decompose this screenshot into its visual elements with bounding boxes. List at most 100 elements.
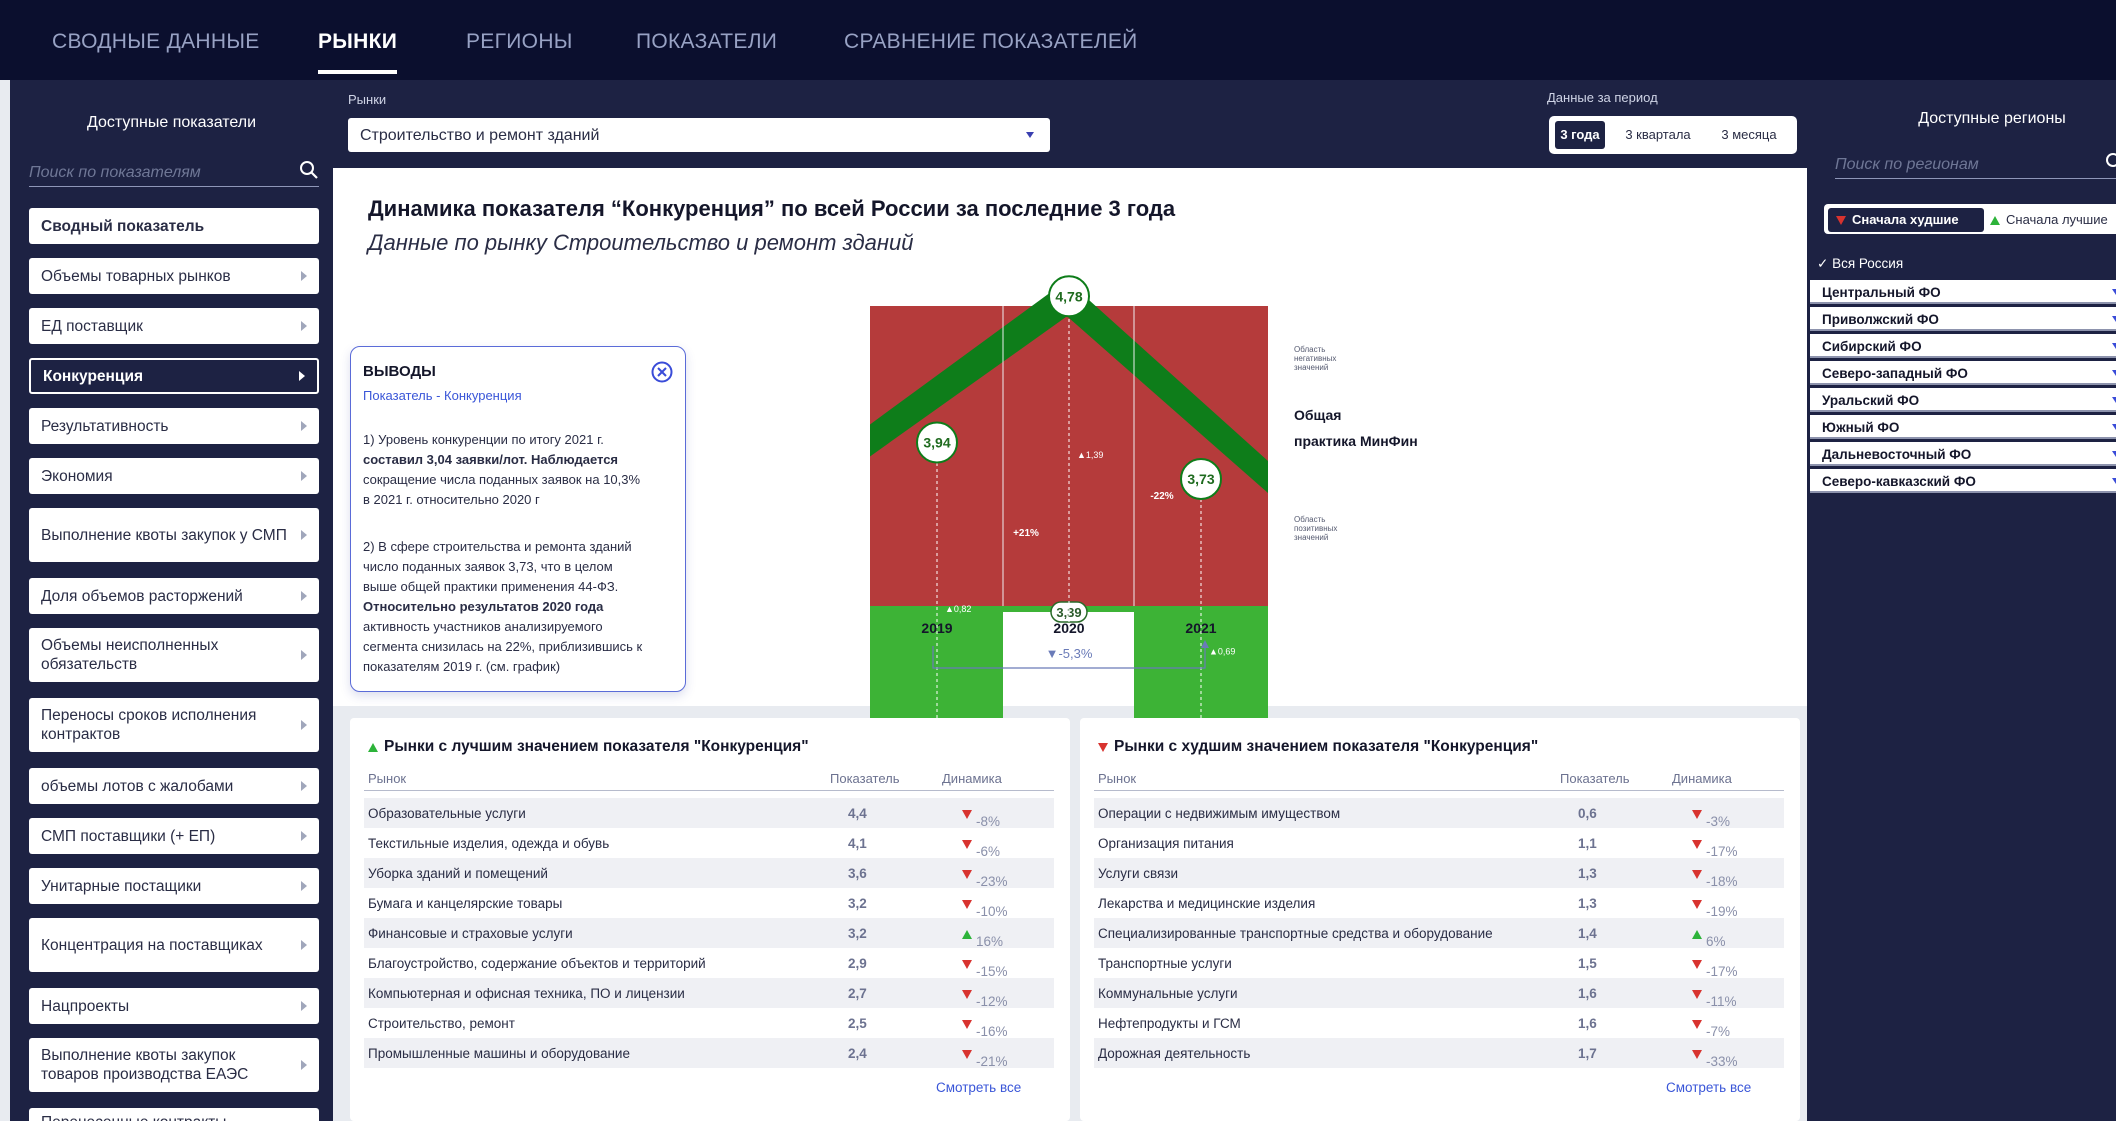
- indicator-item-label: Объемы неисполненных обязательств: [41, 637, 219, 673]
- indicator-item[interactable]: Объемы неисполненных обязательств: [29, 628, 319, 682]
- table-row[interactable]: Благоустройство, содержание объектов и т…: [364, 948, 1054, 979]
- period-3-months[interactable]: 3 месяца: [1709, 121, 1789, 149]
- table-row[interactable]: Строительство, ремонт 2,5 -16%: [364, 1008, 1054, 1039]
- region-label: Северо-западный ФО: [1822, 366, 1968, 381]
- table-row[interactable]: Нефтепродукты и ГСМ 1,6 -7%: [1094, 1008, 1784, 1039]
- row-dynamics: -15%: [962, 956, 1008, 979]
- table-row[interactable]: Коммунальные услуги 1,6 -11%: [1094, 978, 1784, 1009]
- indicator-item[interactable]: Выполнение квоты закупок у СМП: [29, 508, 319, 562]
- column-market: Рынок: [1098, 771, 1137, 786]
- indicator-item[interactable]: Перенесенные контракты: [29, 1108, 319, 1121]
- indicator-item[interactable]: Доля объемов расторжений: [29, 578, 319, 614]
- row-dynamics-value: -6%: [976, 844, 1001, 859]
- region-item[interactable]: Северо-кавказский ФО: [1810, 469, 2116, 493]
- region-item[interactable]: Северо-западный ФО: [1810, 361, 2116, 385]
- indicator-item[interactable]: Нацпроекты: [29, 988, 319, 1024]
- indicator-item-selected[interactable]: Конкуренция: [29, 358, 319, 394]
- indicator-item[interactable]: объемы лотов с жалобами: [29, 768, 319, 804]
- sort-worst-first-button[interactable]: Сначала худшие: [1828, 208, 1984, 232]
- row-value: 0,6: [1578, 806, 1597, 821]
- row-market: Благоустройство, содержание объектов и т…: [368, 956, 706, 971]
- region-item[interactable]: Уральский ФО: [1810, 388, 2116, 412]
- row-dynamics: -12%: [962, 986, 1008, 1009]
- indicator-item[interactable]: Объемы товарных рынков: [29, 258, 319, 294]
- caret-down-icon: [2112, 424, 2116, 430]
- close-icon[interactable]: [651, 361, 673, 383]
- region-search[interactable]: Поиск по регионам: [1835, 150, 2116, 179]
- indicator-item[interactable]: Унитарные постащики: [29, 868, 319, 904]
- table-row[interactable]: Бумага и канцелярские товары 3,2 -10%: [364, 888, 1054, 919]
- region-item[interactable]: Приволжский ФО: [1810, 307, 2116, 331]
- table-row[interactable]: Текстильные изделия, одежда и обувь 4,1 -6…: [364, 828, 1054, 859]
- worst-markets-title-text: Рынки с худшим значением показателя "Кон…: [1114, 738, 1539, 755]
- see-all-best-link[interactable]: Смотреть все: [936, 1080, 1021, 1095]
- table-row[interactable]: Организация питания 1,1 -17%: [1094, 828, 1784, 859]
- tab-summary[interactable]: СВОДНЫЕ ДАННЫЕ: [52, 30, 260, 54]
- indicator-item[interactable]: Сводный показатель: [29, 208, 319, 244]
- region-item[interactable]: Центральный ФО: [1810, 280, 2116, 304]
- region-item[interactable]: Сибирский ФО: [1810, 334, 2116, 358]
- table-row[interactable]: Операции с недвижимым имуществом 0,6 -3%: [1094, 798, 1784, 829]
- indicator-item[interactable]: Переносы сроков исполнения контрактов: [29, 698, 319, 752]
- region-label: Центральный ФО: [1822, 285, 1941, 300]
- region-item[interactable]: Дальневосточный ФО: [1810, 442, 2116, 466]
- indicator-item-label: СМП поставщики (+ ЕП): [41, 827, 216, 845]
- table-row[interactable]: Образовательные услуги 4,4 -8%: [364, 798, 1054, 829]
- indicator-item[interactable]: ЕД поставщик: [29, 308, 319, 344]
- row-dynamics-value: -18%: [1706, 874, 1738, 889]
- table-header: Рынок Показатель Динамика: [364, 766, 1054, 791]
- table-row[interactable]: Услуги связи 1,3 -18%: [1094, 858, 1784, 889]
- indicator-search[interactable]: Поиск по показателям: [29, 158, 319, 187]
- table-row[interactable]: Транспортные услуги 1,5 -17%: [1094, 948, 1784, 979]
- region-item[interactable]: Южный ФО: [1810, 415, 2116, 439]
- row-value: 1,6: [1578, 986, 1597, 1001]
- region-label: Уральский ФО: [1822, 393, 1920, 408]
- row-dynamics-value: -16%: [976, 1024, 1008, 1039]
- sort-toggle: Сначала худшие Сначала лучшие: [1824, 204, 2116, 234]
- chevron-right-icon: [299, 371, 305, 381]
- table-row[interactable]: Лекарства и медицинские изделия 1,3 -19%: [1094, 888, 1784, 919]
- indicator-item[interactable]: Концентрация на поставщиках: [29, 918, 319, 972]
- region-all-russia[interactable]: ✓ Вся Россия: [1817, 256, 1903, 272]
- conclusion-line: сокращение числа поданных заявок на 10,3…: [363, 472, 641, 487]
- conclusions-card: ВЫВОДЫ Показатель - Конкуренция 1) Урове…: [350, 346, 686, 692]
- table-row[interactable]: Компьютерная и офисная техника, ПО и лиц…: [364, 978, 1054, 1009]
- triangle-down-icon: [1836, 216, 1846, 225]
- tab-compare-indicators[interactable]: СРАВНЕНИЕ ПОКАЗАТЕЛЕЙ: [844, 30, 1138, 54]
- row-value: 1,6: [1578, 1016, 1597, 1031]
- row-dynamics-value: 6%: [1706, 934, 1726, 949]
- indicator-item[interactable]: СМП поставщики (+ ЕП): [29, 818, 319, 854]
- table-row[interactable]: Дорожная деятельность 1,7 -33%: [1094, 1038, 1784, 1069]
- market-select[interactable]: Строительство и ремонт зданий: [348, 118, 1050, 152]
- row-dynamics-value: -19%: [1706, 904, 1738, 919]
- table-row[interactable]: Финансовые и страховые услуги 3,2 16%: [364, 918, 1054, 949]
- indicator-item-label: Унитарные постащики: [41, 877, 202, 895]
- row-value: 2,7: [848, 986, 867, 1001]
- sort-best-first-button[interactable]: Сначала лучшие: [1990, 208, 2116, 232]
- search-icon[interactable]: [2105, 152, 2116, 172]
- indicator-item[interactable]: Выполнение квоты закупок товаров произво…: [29, 1038, 319, 1092]
- indicator-item-label: Нацпроекты: [41, 997, 130, 1015]
- triangle-down-icon: [1692, 840, 1702, 849]
- conclusion-paragraph-2: 2) В сфере строительства и ремонта здани…: [363, 537, 673, 677]
- tab-markets[interactable]: РЫНКИ: [318, 30, 398, 74]
- row-dynamics: 6%: [1692, 926, 1726, 949]
- period-toggle: 3 года 3 квартала 3 месяца: [1549, 116, 1797, 154]
- see-all-worst-link[interactable]: Смотреть все: [1666, 1080, 1751, 1095]
- table-row[interactable]: Промышленные машины и оборудование 2,4 -21…: [364, 1038, 1054, 1069]
- indicator-item-label: Объемы товарных рынков: [41, 267, 231, 285]
- table-row[interactable]: Специализированные транспортные средства…: [1094, 918, 1784, 949]
- indicator-item[interactable]: Экономия: [29, 458, 319, 494]
- search-icon[interactable]: [299, 160, 319, 180]
- indicator-item[interactable]: Результативность: [29, 408, 319, 444]
- period-3-quarters[interactable]: 3 квартала: [1615, 121, 1701, 149]
- triangle-down-icon: [1692, 990, 1702, 999]
- row-market: Специализированные транспортные средства…: [1098, 926, 1493, 941]
- table-row[interactable]: Уборка зданий и помещений 3,6 -23%: [364, 858, 1054, 889]
- row-value: 1,3: [1578, 866, 1597, 881]
- row-dynamics: -10%: [962, 896, 1008, 919]
- period-3-years[interactable]: 3 года: [1555, 121, 1605, 149]
- tab-indicators[interactable]: ПОКАЗАТЕЛИ: [636, 30, 777, 54]
- sort-worst-label: Сначала худшие: [1852, 212, 1959, 227]
- tab-regions[interactable]: РЕГИОНЫ: [466, 30, 573, 54]
